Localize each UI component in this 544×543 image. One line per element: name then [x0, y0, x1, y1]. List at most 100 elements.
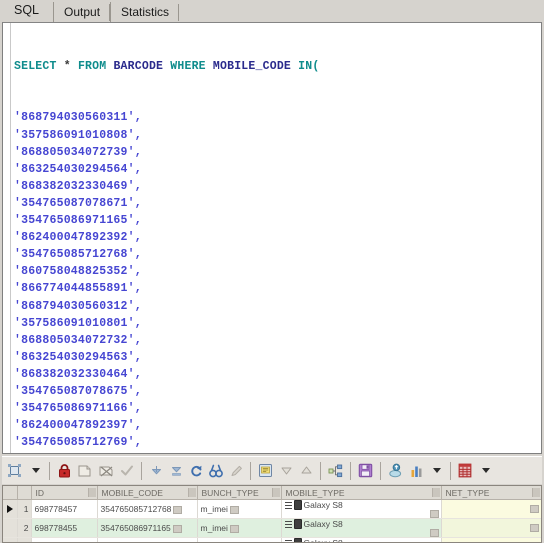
header-id[interactable]: ID — [31, 486, 98, 500]
sort-descending-icon[interactable] — [276, 459, 296, 483]
mobile-type-label: Galaxy S8 — [303, 500, 343, 510]
list-lines-icon — [284, 520, 292, 528]
tab-sql[interactable]: SQL — [4, 0, 54, 22]
refresh-icon[interactable] — [186, 459, 206, 483]
column-resize-grip[interactable] — [431, 488, 440, 497]
cell-id[interactable]: 698778454 — [31, 537, 98, 542]
commit-check-icon — [117, 459, 137, 483]
fetch-next-icon[interactable] — [146, 459, 166, 483]
header-net-type[interactable]: NET_TYPE — [441, 486, 541, 500]
editor-gutter — [3, 23, 11, 453]
cell-mobile-type[interactable]: Galaxy S8 — [281, 499, 442, 519]
row-number: 2 — [17, 518, 32, 538]
list-lines-icon — [284, 501, 292, 509]
sql-value-line: '868382032330464', — [14, 367, 142, 381]
cell-ellipsis-button[interactable] — [173, 505, 183, 514]
chart-icon[interactable] — [406, 459, 426, 483]
cell-net-type[interactable] — [441, 499, 541, 519]
header-mobile-type[interactable]: MOBILE_TYPE — [281, 486, 442, 500]
column-resize-grip[interactable] — [187, 488, 196, 497]
cell-mobile-code[interactable]: 354765086971165 — [97, 518, 198, 538]
sql-value-line: '357586091010808', — [14, 128, 142, 142]
filter-icon[interactable] — [325, 459, 346, 483]
row-indicator[interactable] — [3, 518, 18, 538]
lock-icon[interactable] — [54, 459, 74, 483]
table-grid-icon[interactable] — [455, 459, 475, 483]
grid-select-dropdown[interactable] — [25, 459, 45, 483]
cell-ellipsis-button[interactable] — [229, 524, 239, 533]
cell-net-type[interactable] — [441, 518, 541, 538]
cell-bunch-type[interactable]: m_imei — [197, 518, 282, 538]
cell-bunch-type[interactable]: m_imei — [197, 537, 282, 542]
sql-value-line: '354765086971166', — [14, 402, 142, 416]
sql-value-line: '862400047892392', — [14, 231, 142, 245]
cell-ellipsis-button[interactable] — [529, 505, 539, 513]
sql-code-area[interactable]: SELECT * FROM BARCODE WHERE MOBILE_CODE … — [11, 23, 541, 453]
edit-icon — [226, 459, 246, 483]
cell-ellipsis-button[interactable] — [429, 529, 439, 537]
result-grid[interactable]: ID MOBILE_CODE BUNCH_TYPE MOBILE_TYPE NE… — [2, 485, 542, 543]
post-record-icon[interactable] — [74, 459, 95, 483]
export-icon[interactable] — [385, 459, 406, 483]
chevron-down-icon — [432, 468, 441, 473]
phone-icon — [293, 538, 302, 542]
column-resize-grip[interactable] — [531, 488, 540, 497]
mobile-type-content: Galaxy S8 — [284, 500, 439, 510]
row-indicator[interactable] — [3, 537, 18, 542]
toolbar-separator — [450, 461, 451, 480]
column-resize-grip[interactable] — [271, 488, 280, 497]
table-body: 1 698778457 354765085712768 m_imei Galaxy S8… — [3, 499, 541, 543]
cell-ellipsis-button[interactable] — [229, 505, 239, 514]
table-row[interactable]: 1 698778457 354765085712768 m_imei Galaxy S8 — [3, 499, 541, 519]
cell-mobile-type[interactable]: Galaxy S8 — [281, 537, 442, 543]
cell-net-type[interactable] — [441, 537, 541, 542]
memo-icon[interactable] — [255, 459, 276, 483]
cell-mobile-type[interactable]: Galaxy S8 — [281, 518, 442, 538]
tab-statistics[interactable]: Statistics — [110, 2, 180, 22]
header-bunch-type[interactable]: BUNCH_TYPE — [197, 486, 282, 500]
cell-mobile-code[interactable]: 354765085712768 — [97, 499, 198, 519]
table-row[interactable]: 2 698778455 354765086971165 m_imei Galaxy S8 — [3, 518, 541, 538]
sql-editor-window: SQL Output Statistics SELECT * FROM BARC… — [0, 0, 544, 543]
column-resize-grip[interactable] — [87, 488, 96, 497]
cell-id[interactable]: 698778457 — [31, 499, 98, 519]
tab-sql-label: SQL — [14, 3, 40, 17]
row-indicator[interactable] — [3, 499, 18, 519]
grid-select-icon[interactable] — [4, 459, 25, 483]
keyword-select: SELECT — [14, 60, 57, 74]
list-lines-icon — [284, 539, 292, 543]
cell-mobile-code[interactable]: 354765087078671 — [97, 537, 198, 542]
sql-value-line: '863254030294563', — [14, 350, 142, 364]
sql-value-line: '868794030560312', — [14, 299, 142, 313]
find-icon[interactable] — [206, 459, 226, 483]
header-mobile-code[interactable]: MOBILE_CODE — [97, 486, 198, 500]
chevron-down-icon — [31, 468, 40, 473]
revert-record-icon[interactable] — [95, 459, 117, 483]
fetch-all-icon[interactable] — [166, 459, 186, 483]
sql-line-header: SELECT * FROM BARCODE WHERE MOBILE_CODE … — [14, 58, 541, 75]
header-id-label: ID — [35, 487, 45, 498]
cell-ellipsis-button[interactable] — [172, 524, 182, 533]
table-row[interactable]: 3698778454354765087078671m_imei Galaxy S8 — [3, 537, 541, 543]
header-bunch-type-label: BUNCH_TYPE — [201, 487, 259, 498]
sql-value-line: '860758048825352', — [14, 265, 142, 279]
chart-dropdown[interactable] — [426, 459, 446, 483]
sql-editor-pane[interactable]: SELECT * FROM BARCODE WHERE MOBILE_CODE … — [2, 22, 542, 454]
column-name: MOBILE_CODE — [212, 60, 292, 74]
tab-output[interactable]: Output — [53, 2, 111, 22]
toolbar-separator — [49, 461, 50, 480]
tab-bar: SQL Output Statistics — [0, 0, 544, 22]
toolbar-separator — [250, 461, 251, 480]
save-icon[interactable] — [355, 459, 376, 483]
sql-value-line: '357586091010801', — [14, 316, 142, 330]
table-name: BARCODE — [113, 60, 164, 74]
cell-ellipsis-button[interactable] — [429, 510, 439, 518]
cell-bunch-type[interactable]: m_imei — [197, 499, 282, 519]
sql-value-line: '863254030294564', — [14, 162, 142, 176]
cell-ellipsis-button[interactable] — [529, 524, 539, 532]
sort-ascending-icon[interactable] — [296, 459, 316, 483]
cell-id[interactable]: 698778455 — [31, 518, 98, 538]
sql-value-line: '868805034072739', — [14, 145, 142, 159]
table-grid-dropdown[interactable] — [475, 459, 495, 483]
sql-value-line: '862400047892397', — [14, 419, 142, 433]
